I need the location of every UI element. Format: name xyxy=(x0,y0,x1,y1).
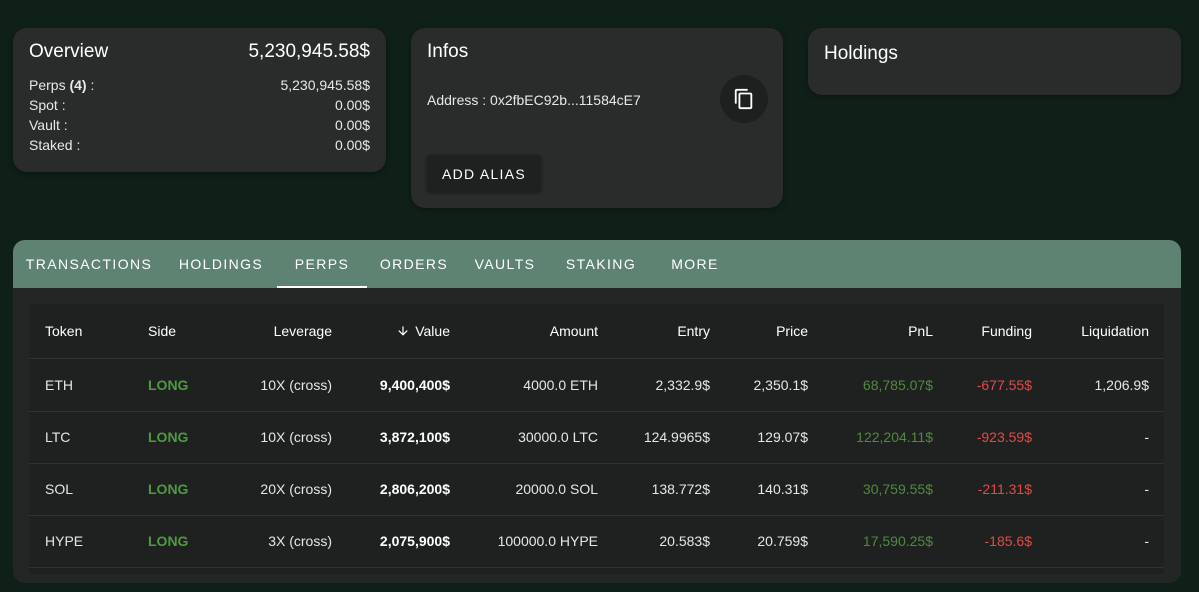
tab-more[interactable]: MORE xyxy=(661,240,729,288)
cell-entry: 124.9965$ xyxy=(643,429,710,445)
cell-value: 2,075,900$ xyxy=(379,533,450,549)
cell-leverage: 10X (cross) xyxy=(260,429,332,445)
tab-bar: TRANSACTIONS HOLDINGS PERPS ORDERS VAULT… xyxy=(13,240,1181,288)
overview-row-value: 0.00$ xyxy=(334,137,370,153)
cell-funding: -211.31$ xyxy=(977,481,1032,497)
column-header-entry[interactable]: Entry xyxy=(610,304,710,358)
tab-perps[interactable]: PERPS xyxy=(277,240,367,288)
cell-amount: 4000.0 ETH xyxy=(523,377,598,393)
cell-pnl: 17,590.25$ xyxy=(862,533,933,549)
overview-row-spot: Spot : 0.00$ xyxy=(29,97,370,117)
table-row[interactable]: LTC LONG 10X (cross) 3,872,100$ 30000.0 … xyxy=(29,411,1164,464)
cell-liquidation: - xyxy=(1144,429,1149,445)
cell-amount: 20000.0 SOL xyxy=(515,481,598,497)
positions-panel: TRANSACTIONS HOLDINGS PERPS ORDERS VAULT… xyxy=(13,240,1181,583)
cell-price: 140.31$ xyxy=(757,481,808,497)
wallet-address: Address : 0x2fbEC92b...11584cE7 xyxy=(427,92,641,108)
cell-entry: 20.583$ xyxy=(659,533,710,549)
cell-pnl: 68,785.07$ xyxy=(862,377,933,393)
cell-price: 2,350.1$ xyxy=(753,377,809,393)
cell-token: LTC xyxy=(45,429,71,445)
holdings-title: Holdings xyxy=(824,43,898,64)
overview-row-label: Staked : xyxy=(29,137,81,153)
column-header-liquidation[interactable]: Liquidation xyxy=(1039,304,1149,358)
cell-liquidation: - xyxy=(1144,481,1149,497)
cell-side: LONG xyxy=(148,533,189,549)
copy-address-button[interactable] xyxy=(720,75,768,123)
infos-title: Infos xyxy=(427,41,469,62)
overview-row-value: 0.00$ xyxy=(334,117,370,133)
tab-vaults[interactable]: VAULTS xyxy=(461,240,549,288)
overview-row-perps: Perps (4) : 5,230,945.58$ xyxy=(29,77,370,97)
overview-row-label: Perps (4) : xyxy=(29,77,95,93)
tab-holdings[interactable]: HOLDINGS xyxy=(166,240,276,288)
holdings-card: Holdings xyxy=(808,28,1181,95)
column-header-pnl[interactable]: PnL xyxy=(833,304,933,358)
cell-price: 129.07$ xyxy=(757,429,808,445)
column-header-price[interactable]: Price xyxy=(708,304,808,358)
arrow-down-icon xyxy=(396,324,410,338)
overview-row-staked: Staked : 0.00$ xyxy=(29,137,370,157)
overview-row-label: Spot : xyxy=(29,97,66,113)
overview-card: Overview 5,230,945.58$ Perps (4) : 5,230… xyxy=(13,28,386,172)
cell-leverage: 10X (cross) xyxy=(260,377,332,393)
column-header-amount[interactable]: Amount xyxy=(498,304,598,358)
cell-value: 2,806,200$ xyxy=(379,481,450,497)
infos-card: Infos Address : 0x2fbEC92b...11584cE7 AD… xyxy=(411,28,783,208)
cell-token: HYPE xyxy=(45,533,84,549)
cell-funding: -923.59$ xyxy=(976,429,1032,445)
overview-title: Overview xyxy=(29,41,109,62)
column-header-value[interactable]: Value xyxy=(350,304,450,358)
cell-entry: 2,332.9$ xyxy=(655,377,711,393)
tab-transactions[interactable]: TRANSACTIONS xyxy=(14,240,164,288)
cell-pnl: 122,204.11$ xyxy=(856,429,933,445)
table-header-row: Token Side Leverage Value Amount Entry P… xyxy=(29,304,1164,359)
cell-amount: 30000.0 LTC xyxy=(518,429,598,445)
cell-side: LONG xyxy=(148,377,189,393)
overview-row-value: 0.00$ xyxy=(334,97,370,113)
cell-liquidation: 1,206.9$ xyxy=(1094,377,1150,393)
cell-funding: -677.55$ xyxy=(976,377,1032,393)
column-header-side[interactable]: Side xyxy=(148,304,228,358)
table-row[interactable]: ETH LONG 10X (cross) 9,400,400$ 4000.0 E… xyxy=(29,359,1164,412)
cell-side: LONG xyxy=(148,481,189,497)
cell-pnl: 30,759.55$ xyxy=(862,481,933,497)
cell-leverage: 20X (cross) xyxy=(260,481,332,497)
add-alias-button[interactable]: ADD ALIAS xyxy=(427,155,541,192)
overview-row-value: 5,230,945.58$ xyxy=(280,77,370,93)
cell-value: 9,400,400$ xyxy=(379,377,450,393)
cell-liquidation: - xyxy=(1144,533,1149,549)
overview-row-label: Vault : xyxy=(29,117,68,133)
column-header-funding[interactable]: Funding xyxy=(932,304,1032,358)
cell-funding: -185.6$ xyxy=(984,533,1032,549)
column-header-leverage[interactable]: Leverage xyxy=(232,304,332,358)
tab-staking[interactable]: STAKING xyxy=(551,240,651,288)
cell-amount: 100000.0 HYPE xyxy=(497,533,598,549)
cell-entry: 138.772$ xyxy=(651,481,710,497)
cell-leverage: 3X (cross) xyxy=(268,533,332,549)
copy-icon xyxy=(734,88,753,110)
cell-token: SOL xyxy=(45,481,74,497)
perps-count: (4) xyxy=(69,77,87,93)
cell-price: 20.759$ xyxy=(757,533,808,549)
cell-side: LONG xyxy=(148,429,189,445)
overview-row-vault: Vault : 0.00$ xyxy=(29,117,370,137)
table-row[interactable]: HYPE LONG 3X (cross) 2,075,900$ 100000.0… xyxy=(29,515,1164,568)
overview-total: 5,230,945.58$ xyxy=(248,41,370,62)
column-header-token[interactable]: Token xyxy=(45,304,125,358)
tab-orders[interactable]: ORDERS xyxy=(369,240,459,288)
perps-table: Token Side Leverage Value Amount Entry P… xyxy=(29,304,1164,574)
table-row[interactable]: SOL LONG 20X (cross) 2,806,200$ 20000.0 … xyxy=(29,463,1164,516)
cell-token: ETH xyxy=(45,377,73,393)
cell-value: 3,872,100$ xyxy=(379,429,450,445)
